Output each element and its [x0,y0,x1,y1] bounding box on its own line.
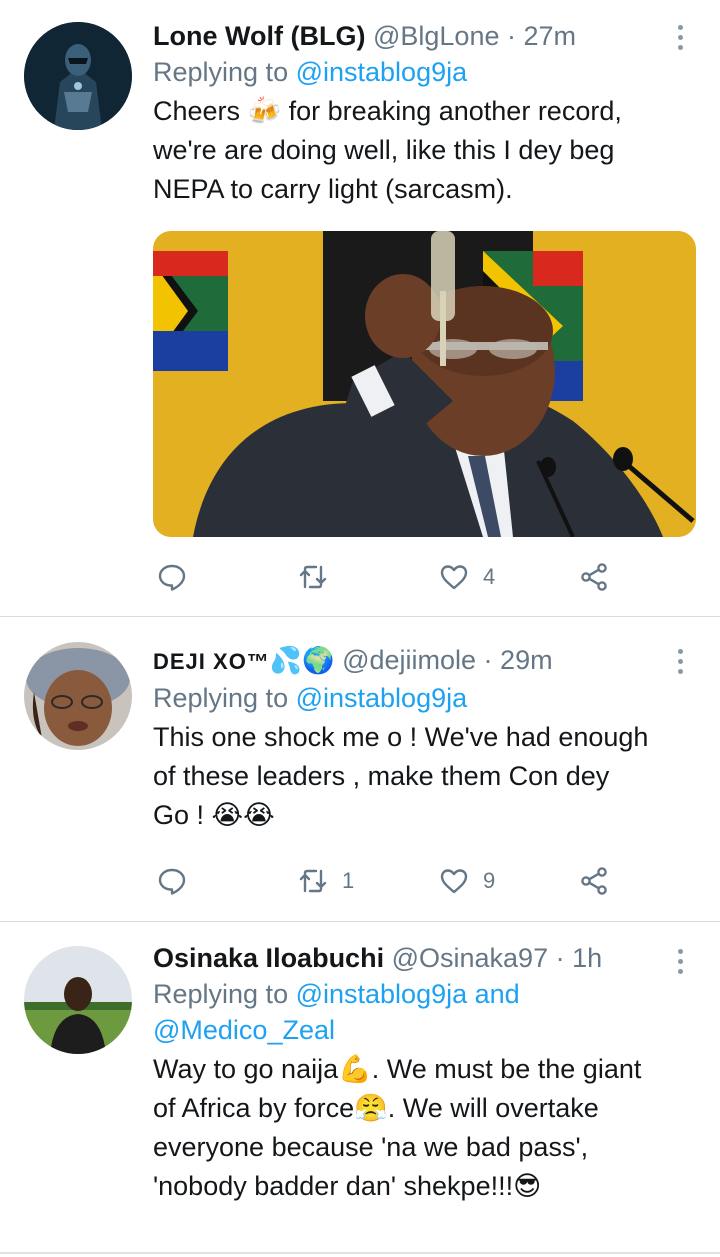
separator: · [476,645,501,675]
more-icon[interactable] [670,946,690,976]
share-button[interactable] [579,560,609,594]
tweet-2[interactable]: DEJI XO™💦🌍 @dejiimole · 29m Replying to … [0,617,720,921]
tweet-text: Way to go naija💪. We must be the giant o… [153,1050,698,1206]
tweet-actions: 1 9 [153,864,633,898]
like-icon [440,869,468,894]
separator: · [499,21,524,51]
timestamp[interactable]: 27m [523,21,576,51]
tweet-text-line: 'nobody badder dan' shekpe!!!😎 [153,1171,542,1201]
tweet-text-line: of Africa by force😤. We will overtake [153,1093,599,1123]
display-name[interactable]: DEJI XO™ [153,649,270,674]
mention-link[interactable]: @instablog9ja [296,683,468,713]
tweet-text-line: everyone because 'na we bad pass', [153,1132,589,1162]
tweet-text: Cheers 🍻 for breaking another record, we… [153,92,698,209]
tweet-header: DEJI XO™💦🌍 @dejiimole · 29m [153,642,698,680]
replying-to-line-2: @Medico_Zeal [153,1012,698,1048]
tweet-actions: 4 [153,560,633,594]
replying-label: Replying to [153,57,296,87]
display-name[interactable]: Osinaka Iloabuchi [153,943,384,973]
like-button[interactable]: 9 [439,864,495,898]
like-count: 4 [483,564,496,589]
reply-button[interactable] [157,864,187,898]
tweet-text-line: NEPA to carry light (sarcasm). [153,174,513,204]
replying-label: Replying to [153,683,296,713]
mention-link[interactable]: @Medico_Zeal [153,1015,335,1045]
tweet-text: This one shock me o ! We've had enough o… [153,718,698,835]
tweet-text-line: of these leaders , make them Con dey [153,761,610,791]
display-name[interactable]: Lone Wolf (BLG) [153,21,365,51]
timestamp[interactable]: 29m [500,645,553,675]
tweet-text-line: This one shock me o ! We've had enough [153,722,649,752]
tweet-text-line: we're are doing well, like this I dey be… [153,135,615,165]
tweet-1[interactable]: Lone Wolf (BLG) @BlgLone · 27m Replying … [0,0,720,616]
tweet-text-line: Go ! 😭😭 [153,800,275,830]
reply-icon [158,868,186,895]
tweet-header: Lone Wolf (BLG) @BlgLone · 27m [153,18,698,54]
tweet-3[interactable]: Osinaka Iloabuchi @Osinaka97 · 1h Replyi… [0,922,720,1257]
tweet-text-line: Cheers 🍻 for breaking another record, [153,96,622,126]
like-count: 9 [483,868,496,893]
avatar-lone-wolf[interactable] [24,22,132,130]
share-button[interactable] [579,864,609,898]
tweet-text-line: Way to go naija💪. We must be the giant [153,1054,642,1084]
reply-button[interactable] [157,560,187,594]
bottom-edge [0,1252,720,1254]
replying-label: Replying to [153,979,296,1009]
separator: · [548,943,573,973]
tweet-header: Osinaka Iloabuchi @Osinaka97 · 1h [153,940,698,976]
retweet-count: 1 [342,868,355,893]
reply-icon [158,564,186,591]
user-handle[interactable]: @BlgLone [373,21,500,51]
user-handle[interactable]: @Osinaka97 [392,943,549,973]
avatar-osinaka[interactable] [24,946,132,1054]
retweet-icon [299,565,327,589]
more-icon[interactable] [670,646,690,676]
like-icon [440,565,468,590]
user-handle[interactable]: @dejiimole [342,645,476,675]
retweet-button[interactable]: 1 [298,864,354,898]
name-emojis: 💦🌍 [269,645,335,675]
like-button[interactable]: 4 [439,560,495,594]
mention-link[interactable]: @instablog9ja [296,57,468,87]
share-icon [581,867,607,895]
avatar-deji-xo[interactable] [24,642,132,750]
tweet-media-image[interactable] [153,231,696,537]
retweet-button[interactable] [298,560,342,594]
replying-to: Replying to @instablog9ja [153,54,698,90]
replying-to: Replying to @instablog9ja and [153,976,698,1012]
retweet-icon [299,869,327,893]
more-icon[interactable] [670,22,690,52]
replying-to: Replying to @instablog9ja [153,680,698,716]
timestamp[interactable]: 1h [572,943,602,973]
share-icon [581,563,607,591]
mention-link[interactable]: @instablog9ja and [296,979,520,1009]
